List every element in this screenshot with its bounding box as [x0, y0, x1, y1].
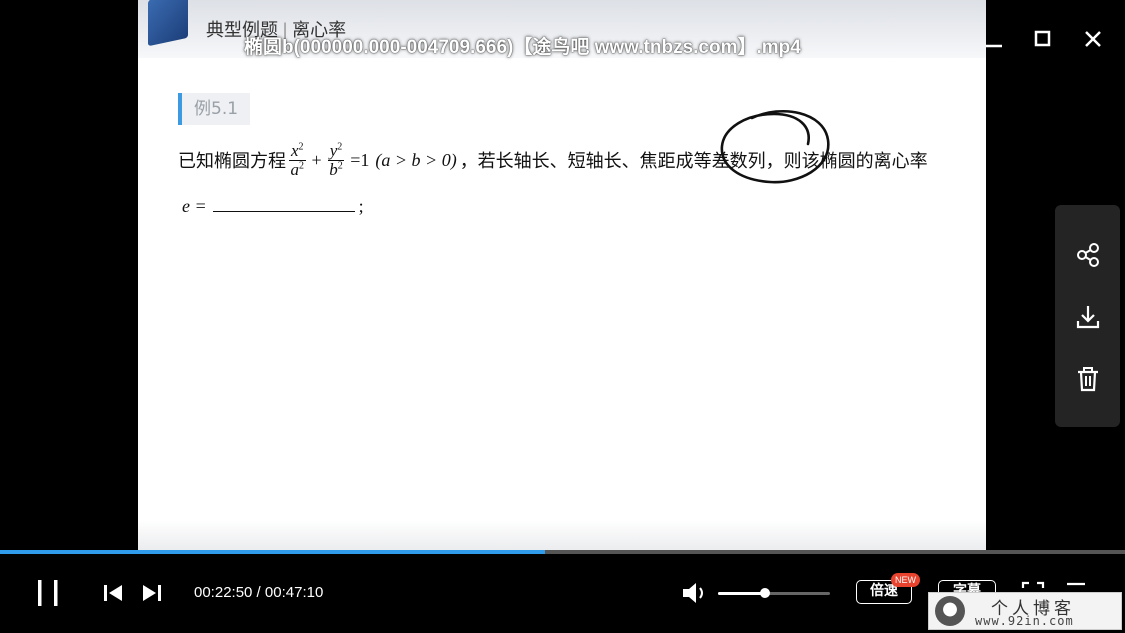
problem-prefix: 已知椭圆方程 — [178, 151, 286, 172]
trash-icon[interactable] — [1073, 364, 1103, 394]
plus-sign: + — [311, 149, 322, 170]
time-display: 00:22:50 / 00:47:10 — [194, 584, 323, 601]
duration: 00:47:10 — [264, 584, 324, 601]
condition: (a > b > 0) — [375, 149, 457, 170]
seek-bar[interactable] — [0, 550, 1125, 554]
maximize-icon[interactable] — [1030, 26, 1056, 52]
pause-icon[interactable] — [34, 578, 62, 608]
previous-icon[interactable] — [102, 583, 124, 603]
fraction-x-over-a: x2 a2 — [289, 140, 306, 179]
side-action-panel — [1055, 205, 1120, 427]
download-icon[interactable] — [1073, 302, 1103, 332]
course-logo — [148, 0, 188, 47]
volume-knob[interactable] — [760, 588, 771, 598]
example-tag: 例5.1 — [178, 93, 250, 125]
video-title: 椭圆b(000000.000-004709.666)【途鸟吧 www.tnbzs… — [244, 37, 801, 58]
volume-level — [718, 592, 766, 595]
next-icon[interactable] — [141, 583, 163, 603]
volume-icon[interactable] — [681, 581, 709, 605]
site-watermark: 个人博客 www.92in.com — [928, 592, 1122, 630]
handwritten-circle-annotation — [720, 110, 830, 184]
fraction-y-over-b: y2 b2 — [327, 140, 345, 179]
watermark-logo-icon — [935, 596, 965, 626]
video-frame[interactable]: 典型例题 | 离心率 例5.1 已知椭圆方程 x2 a2 + y2 b2 =1 (a… — [138, 0, 986, 552]
seek-bar-played — [0, 550, 545, 554]
close-icon[interactable] — [1080, 26, 1106, 52]
answer-prefix: e = — [182, 196, 207, 216]
equals-one: =1 — [350, 149, 370, 170]
answer-blank — [212, 193, 355, 212]
current-time: 00:22:50 — [194, 584, 253, 601]
frame-fade — [138, 520, 986, 552]
new-badge: NEW — [891, 573, 920, 587]
minimize-icon[interactable] — [982, 26, 1008, 52]
answer-line: e = ; — [182, 193, 364, 217]
time-separator: / — [252, 584, 265, 601]
watermark-url: www.92in.com — [975, 614, 1074, 628]
answer-end: ; — [358, 196, 364, 216]
volume-slider[interactable] — [718, 588, 830, 598]
share-icon[interactable] — [1073, 240, 1103, 270]
problem-suffix: ，若长轴长、短轴长、焦距成等差数列，则该椭圆的离心率 — [459, 151, 928, 172]
